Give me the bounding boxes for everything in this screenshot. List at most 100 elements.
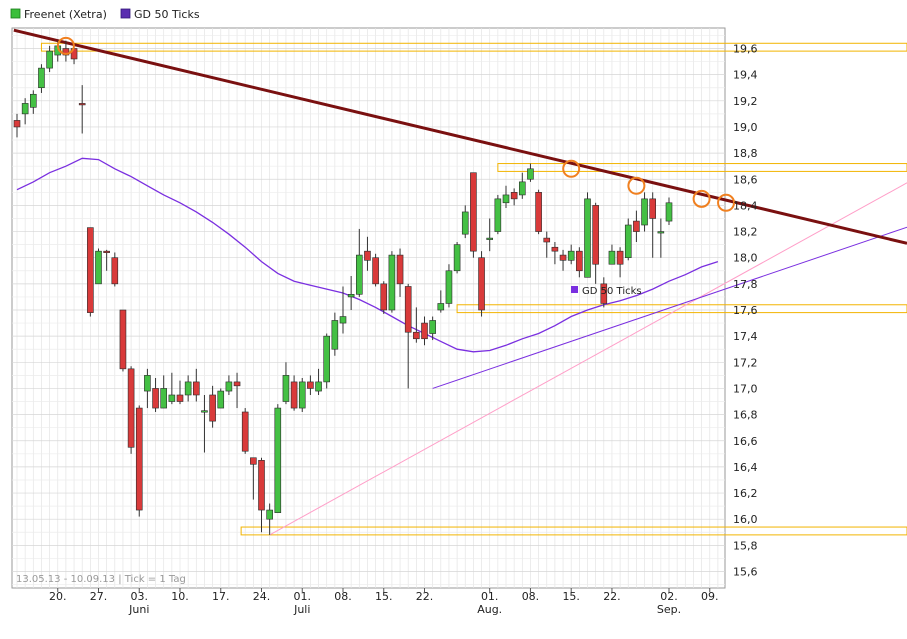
candle	[87, 227, 94, 317]
candle-body-down	[404, 286, 412, 333]
y-tick-label: 19,0	[733, 121, 758, 134]
candle-body-down	[176, 394, 184, 402]
candle-body-down	[87, 227, 94, 313]
y-tick-label: 19,2	[733, 95, 758, 108]
candle	[127, 366, 135, 454]
overlay-label-swatch	[571, 286, 578, 293]
candle-body-up	[274, 407, 282, 513]
candle	[445, 264, 453, 308]
x-tick-label: 09.	[701, 590, 719, 603]
candle-body-up	[665, 202, 673, 222]
candle-body-up	[217, 390, 225, 409]
candle	[453, 242, 461, 274]
candle-body-up	[461, 211, 469, 235]
x-month-label: Juli	[293, 603, 310, 616]
candle-body-up	[21, 103, 29, 115]
candle-body-down	[258, 460, 265, 511]
y-tick-label: 17,6	[733, 304, 758, 317]
candle-body-up	[225, 381, 233, 392]
candle-body-up	[567, 250, 575, 261]
candle-body-up	[282, 375, 290, 402]
x-tick-label: 20.	[49, 590, 67, 603]
candle-body-up	[95, 250, 102, 285]
candle	[584, 192, 591, 278]
candle-body-down	[510, 192, 518, 200]
candle-body-up	[429, 320, 436, 334]
candle-body-up	[184, 381, 192, 396]
candle-body-up	[388, 254, 396, 311]
candle	[494, 194, 502, 235]
x-tick-label: 24.	[253, 590, 271, 603]
candle-body-down	[421, 322, 428, 340]
candle-body-down	[576, 250, 583, 272]
candle	[135, 405, 143, 517]
legend-label-ma: GD 50 Ticks	[134, 8, 200, 21]
candle-body-up	[323, 335, 331, 383]
candle	[470, 172, 477, 258]
candle-body-down	[559, 254, 567, 261]
candle-body-down	[13, 120, 21, 128]
candle-body-up	[657, 231, 665, 234]
candle-body-up	[641, 198, 648, 226]
candle-body-up	[624, 224, 632, 258]
candle	[241, 408, 249, 454]
candle-body-up	[518, 181, 526, 196]
x-tick-label: 08.	[522, 590, 540, 603]
candle-body-up	[527, 168, 534, 180]
candle-body-down	[413, 331, 420, 340]
candle-body-up	[29, 93, 37, 108]
candle-body-down	[380, 283, 388, 311]
candle-body-down	[470, 172, 477, 252]
y-tick-label: 15,8	[733, 539, 758, 552]
candle-body-down	[543, 237, 551, 243]
candle-body-up	[266, 509, 273, 520]
candle-body-down	[119, 309, 127, 370]
candle-body-down	[103, 250, 110, 253]
y-tick-label: 18,8	[733, 147, 758, 160]
x-tick-label: 22.	[603, 590, 621, 603]
candle-body-up	[298, 381, 306, 409]
candle-body-up	[38, 67, 45, 89]
plot-area	[11, 27, 726, 589]
candle-body-down	[209, 394, 216, 422]
candle-body-down	[250, 457, 257, 465]
candle-body-up	[437, 303, 445, 311]
candle-body-down	[290, 381, 298, 409]
x-tick-label: 01.	[294, 590, 312, 603]
y-tick-label: 19,4	[733, 69, 758, 82]
x-tick-label: 08.	[334, 590, 352, 603]
candle-body-down	[372, 257, 379, 285]
candle-body-down	[478, 257, 485, 311]
legend-swatch-freenet	[10, 8, 21, 19]
candle	[95, 248, 102, 285]
candle-body-down	[396, 254, 404, 285]
candle-body-up	[347, 294, 355, 298]
candle-body-down	[616, 250, 624, 265]
candle-body-down	[551, 246, 559, 252]
y-tick-label: 18,0	[733, 252, 758, 265]
candle-body-down	[152, 388, 159, 409]
candle-body-down	[307, 381, 314, 389]
x-tick-label: 17.	[212, 590, 230, 603]
candle	[323, 333, 331, 389]
overlay-label: GD 50 Ticks	[571, 286, 642, 297]
candle	[119, 309, 127, 372]
candle-body-up	[608, 250, 616, 265]
candle-body-up	[445, 270, 453, 304]
candle	[274, 404, 282, 513]
candle-body-up	[502, 194, 510, 204]
y-axis: 19,6 19,4 19,2 19,0 18,8 18,6 18,4 18,2 18,0 17,8…	[733, 43, 758, 579]
candle-body-down	[364, 250, 371, 261]
x-tick-label: 27.	[90, 590, 108, 603]
x-month-label: Sep.	[657, 603, 681, 616]
candle-body-up	[331, 320, 339, 350]
candle	[217, 388, 225, 409]
legend: Freenet (Xetra) GD 50 Ticks	[10, 8, 200, 21]
candle-body-down	[649, 198, 657, 219]
y-tick-label: 18,2	[733, 226, 758, 239]
x-tick-label: 10.	[171, 590, 189, 603]
x-tick-label: 15.	[375, 590, 393, 603]
overlay-label-text: GD 50 Ticks	[582, 286, 642, 297]
candle-body-up	[160, 388, 167, 409]
y-tick-label: 18,6	[733, 173, 758, 186]
